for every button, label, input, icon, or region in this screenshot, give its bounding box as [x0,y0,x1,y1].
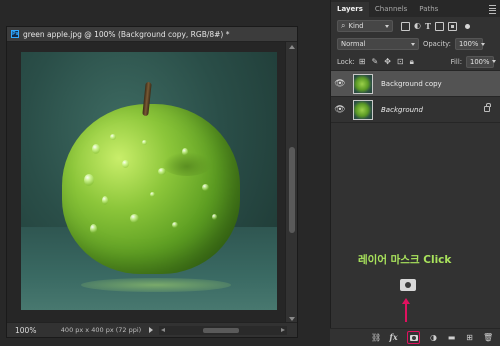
filter-row: ⌕ Kind ◐ T [331,17,500,35]
trash-icon[interactable]: 🗑︎ [483,333,493,342]
info-menu-arrow-icon[interactable] [149,327,153,333]
water-drop [150,192,155,197]
lock-image-pixels-icon[interactable]: ✎ [372,57,379,66]
layer-name[interactable]: Background [381,106,423,114]
vertical-scroll-thumb[interactable] [289,147,295,233]
document-tab[interactable]: Ps green apple.jpg @ 100% (Background co… [7,27,297,42]
image-canvas[interactable] [21,52,277,310]
add-layer-mask-button[interactable] [407,331,420,344]
chevron-down-icon [492,60,497,63]
layer-background-copy[interactable]: 👁︎ Background copy [331,71,500,97]
fill-value: 100% [470,57,490,66]
water-drop [202,184,209,191]
water-drop [130,214,139,223]
layers-bottom-bar: ⛓︎ fx ◑ ▬ ⊞ 🗑︎ [330,328,500,346]
type-filter-icon[interactable]: T [425,21,431,31]
green-apple-image [62,104,240,274]
layers-panel: Layers Channels Paths ⌕ Kind ◐ T Normal … [330,0,500,346]
shape-filter-icon[interactable] [434,21,444,31]
scroll-left-icon[interactable] [161,327,165,332]
document-window: Ps green apple.jpg @ 100% (Background co… [6,26,298,338]
new-layer-icon[interactable]: ⊞ [465,333,474,342]
photoshop-icon: Ps [11,30,19,38]
lock-transparent-pixels-icon[interactable]: ⊞ [359,57,366,66]
layer-lock-icon [484,103,491,112]
adjustment-layer-icon[interactable]: ◑ [429,333,438,342]
fill-label: Fill: [450,57,462,66]
water-drop [102,196,108,205]
panel-menu-icon[interactable] [486,2,500,17]
canvas-area [7,42,287,324]
layer-thumbnail[interactable] [353,99,373,120]
zoom-level[interactable]: 100% [7,326,53,335]
lock-all-icon[interactable]: 🔒︎ [410,57,414,66]
chevron-down-icon [411,42,415,46]
visibility-eye-icon[interactable]: 👁︎ [331,79,349,89]
tab-channels[interactable]: Channels [369,2,413,17]
panel-tabs: Layers Channels Paths [331,0,500,17]
adjustment-filter-icon[interactable]: ◐ [414,22,421,30]
layer-mask-icon [409,334,418,341]
document-title: green apple.jpg @ 100% (Background copy,… [23,29,230,39]
link-layers-icon[interactable]: ⛓︎ [371,333,381,342]
horizontal-scroll-thumb[interactable] [203,327,239,333]
blend-mode-label: Normal [341,40,366,48]
annotation-text: 레이어 마스크 Click [358,254,452,266]
lock-row: Lock: ⊞ ✎ ✥ ⊡ 🔒︎ Fill: 100% [331,53,500,71]
horizontal-scrollbar[interactable] [159,325,287,335]
layer-thumbnail[interactable] [353,73,373,94]
layer-background[interactable]: 👁︎ Background [331,97,500,123]
blend-row: Normal Opacity: 100% [331,35,500,53]
tab-paths[interactable]: Paths [413,2,444,17]
filter-toggle-icon[interactable] [464,23,470,29]
lock-label: Lock: [337,57,355,66]
scroll-down-icon[interactable] [289,317,295,321]
water-drop [182,148,188,156]
document-area: Ps green apple.jpg @ 100% (Background co… [0,0,330,346]
tab-layers[interactable]: Layers [331,2,369,17]
water-drop [142,140,147,145]
water-drop [90,224,97,234]
apple-top-dip [162,152,212,176]
layer-mask-preview-icon [400,279,416,291]
water-drop [172,222,178,228]
new-group-folder-icon[interactable]: ▬ [447,333,456,342]
lock-icons: ⊞ ✎ ✥ ⊡ 🔒︎ [359,57,414,66]
opacity-label: Opacity: [423,40,451,48]
filter-kind-label: Kind [348,22,364,30]
water-puddle [81,278,231,292]
water-drop [92,144,100,154]
pixel-filter-icon[interactable] [401,21,410,31]
red-arrow-icon [402,298,410,322]
filter-kind-select[interactable]: ⌕ Kind [337,20,393,32]
fill-field[interactable]: 100% [466,55,497,68]
visibility-eye-icon[interactable]: 👁︎ [331,105,349,115]
layer-name[interactable]: Background copy [381,80,442,88]
water-drop [122,160,129,168]
water-drop [84,174,94,186]
lock-position-icon[interactable]: ✥ [384,57,391,66]
search-icon: ⌕ [341,21,346,30]
chevron-down-icon [481,42,486,46]
scroll-up-icon[interactable] [289,45,295,49]
opacity-value: 100% [458,40,479,48]
blend-mode-select[interactable]: Normal [337,38,419,50]
water-drop [212,214,217,220]
water-drop [158,168,166,175]
smart-object-filter-icon[interactable] [447,21,457,31]
vertical-scrollbar[interactable] [285,42,297,324]
lock-artboard-icon[interactable]: ⊡ [397,57,404,66]
scroll-right-icon[interactable] [281,327,285,332]
water-drop [110,134,116,140]
status-bar: 100% 400 px x 400 px (72 ppi) [7,322,297,337]
chevron-down-icon [385,24,389,28]
opacity-field[interactable]: 100% [454,38,486,50]
layer-style-fx-icon[interactable]: fx [389,333,398,342]
document-info: 400 px x 400 px (72 ppi) [60,326,142,334]
